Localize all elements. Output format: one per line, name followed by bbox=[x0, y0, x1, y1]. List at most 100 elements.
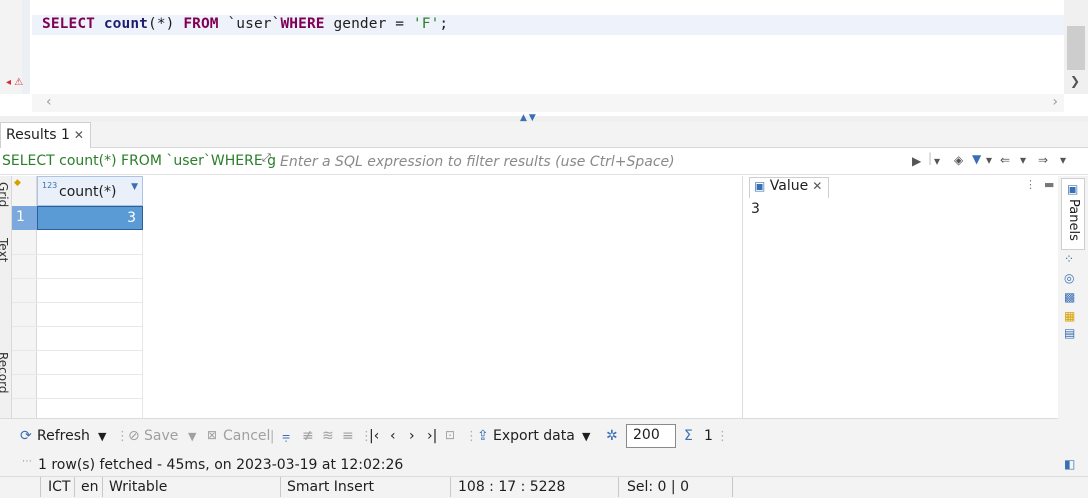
filter-history-icon[interactable]: ▾ bbox=[934, 154, 940, 168]
column-header-count[interactable]: 123 count(*) ▼ bbox=[37, 176, 143, 206]
metadata-icon[interactable]: ▤ bbox=[1064, 326, 1075, 340]
status-mode[interactable]: Writable bbox=[109, 479, 167, 495]
editor-ruler bbox=[22, 0, 30, 94]
cancel-icon[interactable]: ⊠ bbox=[207, 428, 217, 442]
filter-input[interactable] bbox=[280, 152, 910, 172]
filter-bar: SELECT count(*) FROM `user`WHERE g ⤢ ▶ |… bbox=[0, 149, 1088, 175]
sql-semicolon: ; bbox=[439, 16, 449, 32]
close-icon[interactable]: ✕ bbox=[812, 179, 822, 193]
fetch-all-icon[interactable]: ⊡ bbox=[445, 428, 455, 442]
side-tab-grid[interactable]: Grid bbox=[0, 182, 10, 207]
fetch-size-input[interactable]: 200 bbox=[626, 424, 676, 448]
refresh-dropdown-icon[interactable]: ▼ bbox=[98, 430, 106, 443]
results-grid[interactable]: Grid Text Record ◆ 123 count(*) ▼ 1 3 bbox=[0, 176, 742, 418]
panel-menu-icon[interactable]: ⋮▬ bbox=[1025, 178, 1062, 191]
prev-page-icon[interactable]: ‹ bbox=[390, 428, 396, 444]
row-count-value: 1 bbox=[704, 428, 713, 444]
sql-condition: gender = bbox=[324, 16, 413, 32]
row-number-1[interactable]: 1 bbox=[12, 206, 37, 230]
tab-value[interactable]: ▣ Value ✕ bbox=[749, 177, 830, 198]
sql-table: `user` bbox=[218, 16, 281, 32]
scrollbar-thumb[interactable] bbox=[1067, 26, 1085, 70]
panels-toggle-button[interactable]: ▣ Panels bbox=[1061, 178, 1085, 250]
lock-icon: ◆ bbox=[14, 178, 21, 188]
status-insert-mode[interactable]: Smart Insert bbox=[287, 479, 374, 495]
sql-keyword-select: SELECT bbox=[42, 16, 95, 32]
scroll-right-icon[interactable]: › bbox=[1052, 94, 1058, 110]
status-separator bbox=[40, 477, 41, 497]
side-tab-text[interactable]: Text bbox=[0, 238, 10, 262]
table-cell-selected[interactable]: 3 bbox=[37, 206, 143, 230]
value-text[interactable]: 3 bbox=[751, 201, 760, 217]
forward-dropdown-icon[interactable]: ▾ bbox=[1060, 153, 1066, 167]
export-icon[interactable]: ⇪ bbox=[477, 428, 489, 444]
value-panel-icon: ▣ bbox=[754, 179, 766, 193]
sql-paren: (*) bbox=[147, 16, 184, 32]
cancel-button[interactable]: Cancel bbox=[223, 428, 270, 444]
export-dropdown-icon[interactable]: ▼ bbox=[582, 430, 590, 443]
calculator-icon[interactable]: ▦ bbox=[1064, 309, 1075, 323]
data-column bbox=[37, 206, 143, 418]
status-selection: Sel: 0 | 0 bbox=[627, 479, 689, 495]
status-separator bbox=[732, 477, 733, 497]
separator: ⋮ bbox=[716, 429, 729, 444]
edit-row-icon[interactable]: ⩦ bbox=[282, 428, 290, 444]
filter-dropdown-icon[interactable]: ▾ bbox=[986, 153, 992, 167]
apply-filter-icon[interactable]: ▶ bbox=[912, 154, 921, 168]
value-panel: ▣ Value ✕ ⋮▬ 3 bbox=[742, 176, 1058, 418]
results-tab-bar: Results 1 ✕ bbox=[0, 122, 1088, 148]
refresh-icon[interactable]: ⟳ bbox=[20, 428, 32, 444]
status-cursor-position[interactable]: 108 : 17 : 5228 bbox=[458, 479, 565, 495]
status-separator bbox=[102, 477, 103, 497]
panel-toggle-icon[interactable]: ◧ bbox=[1064, 457, 1075, 471]
scroll-down-icon[interactable]: ❯ bbox=[1070, 74, 1080, 88]
filter-icon[interactable]: ▼ bbox=[972, 152, 981, 166]
delete-row-icon[interactable]: ≡ bbox=[342, 428, 354, 444]
tab-label: Results 1 bbox=[6, 127, 70, 143]
expand-icon[interactable]: ⤢ bbox=[262, 151, 271, 165]
query-text[interactable]: SELECT count(*) FROM `user`WHERE g bbox=[2, 153, 276, 169]
sql-keyword-from: FROM bbox=[183, 16, 219, 32]
status-locale: en bbox=[81, 479, 99, 495]
grid-line bbox=[12, 374, 143, 375]
editor-horizontal-scrollbar[interactable]: ‹ › bbox=[32, 94, 1064, 112]
add-row-icon[interactable]: ≢ bbox=[302, 428, 314, 444]
eraser-icon[interactable]: ◈ bbox=[954, 153, 963, 167]
export-data-button[interactable]: Export data bbox=[493, 428, 575, 444]
copy-row-icon[interactable]: ≋ bbox=[322, 428, 334, 444]
grouping-icon[interactable]: ⁘ bbox=[1064, 252, 1074, 266]
next-page-icon[interactable]: › bbox=[409, 428, 415, 444]
first-page-icon[interactable]: |‹ bbox=[369, 428, 379, 444]
refresh-button[interactable]: Refresh bbox=[37, 428, 90, 444]
status-timezone: ICT bbox=[48, 479, 71, 495]
grid-line bbox=[12, 326, 143, 327]
sql-keyword-where: WHERE bbox=[280, 16, 325, 32]
status-message-bar: ⋯ 1 row(s) fetched - 45ms, on 2023-03-19… bbox=[0, 454, 1088, 476]
editor-vertical-scrollbar[interactable]: ❯ bbox=[1064, 0, 1088, 94]
status-bar: ICT en Writable Smart Insert 108 : 17 : … bbox=[0, 476, 1088, 498]
panels-rail: ▣ Panels ⁘ ◎ ▩ ▦ ▤ bbox=[1058, 176, 1088, 456]
scroll-left-icon[interactable]: ‹ bbox=[46, 94, 52, 110]
globe-icon[interactable]: ◎ bbox=[1064, 271, 1074, 285]
grid-line bbox=[12, 254, 143, 255]
last-page-icon[interactable]: ›| bbox=[427, 428, 437, 444]
back-dropdown-icon[interactable]: ▾ bbox=[1020, 153, 1026, 167]
row-count-icon[interactable]: Σ bbox=[684, 428, 693, 444]
sort-icon[interactable]: ▼ bbox=[131, 182, 138, 192]
back-icon[interactable]: ⇐ bbox=[1000, 153, 1010, 167]
sql-query-line[interactable]: SELECT count(*) FROM `user`WHERE gender … bbox=[42, 16, 448, 32]
gear-icon[interactable]: ✲ bbox=[606, 428, 618, 444]
close-icon[interactable]: ✕ bbox=[74, 128, 84, 142]
forward-icon[interactable]: ⇒ bbox=[1038, 153, 1048, 167]
sql-function-count: count bbox=[103, 16, 148, 32]
save-dropdown-icon[interactable]: ▼ bbox=[188, 430, 196, 443]
grid-line bbox=[12, 302, 143, 303]
side-tab-record[interactable]: Record bbox=[0, 352, 10, 393]
image-icon[interactable]: ▩ bbox=[1064, 290, 1075, 304]
save-button[interactable]: Save bbox=[144, 428, 178, 444]
save-icon[interactable]: ⊘ bbox=[128, 428, 140, 444]
tab-results-1[interactable]: Results 1 ✕ bbox=[0, 122, 91, 148]
view-side-tabs: Grid Text Record bbox=[0, 176, 12, 418]
grid-line bbox=[12, 350, 143, 351]
sql-editor[interactable]: ◂ ⚠ SELECT count(*) FROM `user`WHERE gen… bbox=[0, 0, 1088, 116]
